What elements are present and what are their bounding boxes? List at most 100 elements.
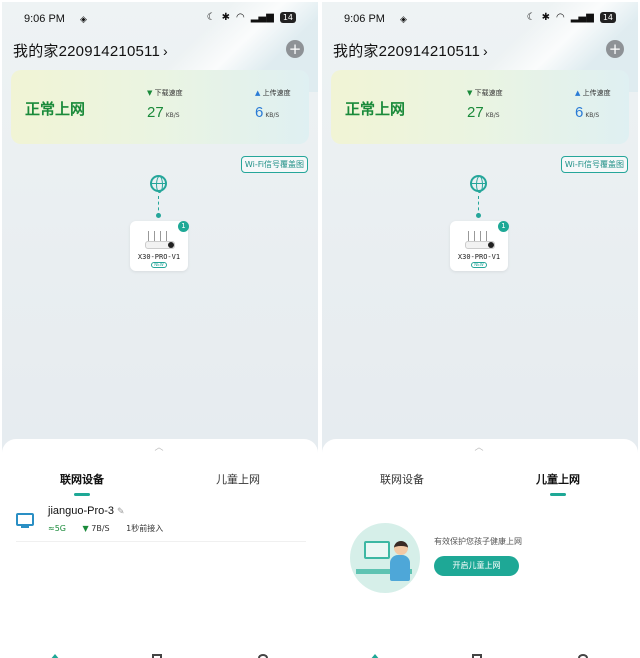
enable-kids-mode-button[interactable]: 开启儿童上网 [434, 556, 519, 576]
tab-kids[interactable]: 儿童上网 [216, 471, 260, 487]
new-tag: NEW [471, 262, 487, 268]
settings-nav-icon[interactable] [258, 654, 268, 658]
download-arrow-icon: ▼ [147, 89, 153, 97]
settings-nav-icon[interactable] [578, 654, 588, 658]
upload-unit: KB/S [585, 112, 600, 119]
download-arrow-icon: ▼ [467, 89, 473, 97]
home-title-link[interactable]: 我的家220914210511 › [13, 40, 168, 61]
moon-icon: ☾ [206, 12, 216, 23]
child-head-graphic [394, 541, 408, 555]
router-device-count-badge: 1 [178, 221, 189, 232]
wifi-coverage-map-button[interactable]: Wi-Fi信号覆盖图 [560, 156, 628, 173]
upload-value: 6 [255, 104, 264, 121]
internet-globe-icon [470, 175, 487, 193]
download-speed: ▼ 下载速度 27 KB/S [467, 88, 537, 121]
tab-devices[interactable]: 联网设备 [60, 471, 104, 487]
home-nav-icon[interactable] [50, 654, 60, 658]
wifi-band-icon: ≈ [48, 524, 55, 533]
bottom-sheet: ︿ 联网设备 儿童上网 jianguo-Pro-3 ✎ ≈5G ▼ 7B/S 1秒… [2, 439, 318, 658]
monitor-graphic [364, 541, 390, 559]
notification-icon: ◈ [80, 15, 87, 25]
network-status-card[interactable]: 正常上网 ▼ 下载速度 27 KB/S ▲ 上传速度 6 KB/S [11, 70, 309, 144]
network-status-card[interactable]: 正常上网 ▼ 下载速度 27 KB/S ▲ 上传速度 6 KB/S [331, 70, 629, 144]
router-name: X30-PRO-V1 [137, 253, 181, 261]
download-label: 下载速度 [474, 89, 503, 97]
chevron-right-icon: › [163, 43, 168, 59]
status-time: 9:06 PM [344, 13, 385, 25]
bluetooth-icon: ✱ [221, 12, 230, 23]
device-band: 5G [54, 524, 66, 533]
add-button[interactable]: + [286, 40, 304, 58]
bluetooth-icon: ✱ [541, 12, 550, 23]
speed-arrow-icon: ▼ [82, 524, 89, 533]
download-speed: ▼ 下载速度 27 KB/S [147, 88, 217, 121]
home-nav-icon[interactable] [370, 654, 380, 658]
network-status-text: 正常上网 [345, 100, 406, 118]
signal-icon: ▂▄▆ [250, 12, 274, 23]
upload-speed: ▲ 上传速度 6 KB/S [575, 88, 638, 121]
kids-description: 有效保护您孩子健康上网 [434, 537, 522, 546]
apps-nav-icon[interactable] [472, 654, 482, 658]
plus-icon: + [608, 40, 622, 58]
connection-dot [476, 213, 481, 218]
kids-illustration [350, 523, 420, 593]
moon-icon: ☾ [526, 12, 536, 23]
device-meta: ≈5G ▼ 7B/S 1秒前接入 [48, 523, 163, 534]
wifi-coverage-map-button[interactable]: Wi-Fi信号覆盖图 [240, 156, 308, 173]
status-icons: ☾ ✱ ◠ ▂▄▆ 14 [527, 12, 616, 23]
upload-unit: KB/S [265, 112, 280, 119]
battery-icon: 14 [599, 12, 616, 23]
download-value: 27 [467, 104, 484, 121]
new-tag: NEW [151, 262, 167, 268]
phone-screen-devices: 9:06 PM ◈ ☾ ✱ ◠ ▂▄▆ 14 我的家220914210511 › … [2, 2, 318, 658]
tab-active-indicator [74, 493, 90, 496]
tab-kids[interactable]: 儿童上网 [536, 471, 580, 487]
notification-icon: ◈ [400, 15, 407, 25]
edit-icon[interactable]: ✎ [117, 506, 125, 516]
upload-label: 上传速度 [582, 89, 611, 97]
device-name: jianguo-Pro-3 [48, 505, 115, 517]
apps-nav-icon[interactable] [152, 654, 162, 658]
tab-active-indicator [550, 493, 566, 496]
bottom-sheet: ︿ 联网设备 儿童上网 有效保护您孩子健康上网 开启儿童上网 [322, 439, 638, 658]
status-time: 9:06 PM [24, 13, 65, 25]
add-button[interactable]: + [606, 40, 624, 58]
battery-icon: 14 [279, 12, 296, 23]
download-unit: KB/S [165, 112, 180, 119]
chevron-right-icon: › [483, 43, 488, 59]
upload-arrow-icon: ▲ [255, 89, 261, 97]
download-unit: KB/S [485, 112, 500, 119]
home-title: 我的家220914210511 [13, 43, 160, 60]
download-label: 下载速度 [154, 89, 183, 97]
device-connected-time: 1秒前接入 [126, 524, 164, 533]
device-row[interactable]: jianguo-Pro-3 ✎ [48, 505, 125, 517]
wifi-icon: ◠ [236, 12, 245, 23]
device-speed: 7B/S [91, 524, 110, 533]
internet-globe-icon [150, 175, 167, 193]
upload-label: 上传速度 [262, 89, 291, 97]
signal-icon: ▂▄▆ [570, 12, 594, 23]
home-title-link[interactable]: 我的家220914210511 › [333, 40, 488, 61]
phone-screen-kids: 9:06 PM ◈ ☾ ✱ ◠ ▂▄▆ 14 我的家220914210511 › … [322, 2, 638, 658]
computer-icon [16, 513, 34, 528]
connection-dot [156, 213, 161, 218]
router-icon [465, 231, 495, 249]
wifi-icon: ◠ [556, 12, 565, 23]
upload-arrow-icon: ▲ [575, 89, 581, 97]
child-graphic [390, 555, 410, 581]
divider [16, 541, 306, 542]
download-value: 27 [147, 104, 164, 121]
status-icons: ☾ ✱ ◠ ▂▄▆ 14 [207, 12, 296, 23]
plus-icon: + [288, 40, 302, 58]
chevron-up-icon[interactable]: ︿ [153, 444, 165, 453]
status-bar: 9:06 PM ◈ ☾ ✱ ◠ ▂▄▆ 14 [322, 10, 638, 28]
chevron-up-icon[interactable]: ︿ [473, 444, 485, 453]
status-bar: 9:06 PM ◈ ☾ ✱ ◠ ▂▄▆ 14 [2, 10, 318, 28]
router-icon [145, 231, 175, 249]
home-title: 我的家220914210511 [333, 43, 480, 60]
upload-value: 6 [575, 104, 584, 121]
upload-speed: ▲ 上传速度 6 KB/S [255, 88, 318, 121]
network-status-text: 正常上网 [25, 100, 86, 118]
router-name: X30-PRO-V1 [457, 253, 501, 261]
tab-devices[interactable]: 联网设备 [380, 471, 424, 487]
